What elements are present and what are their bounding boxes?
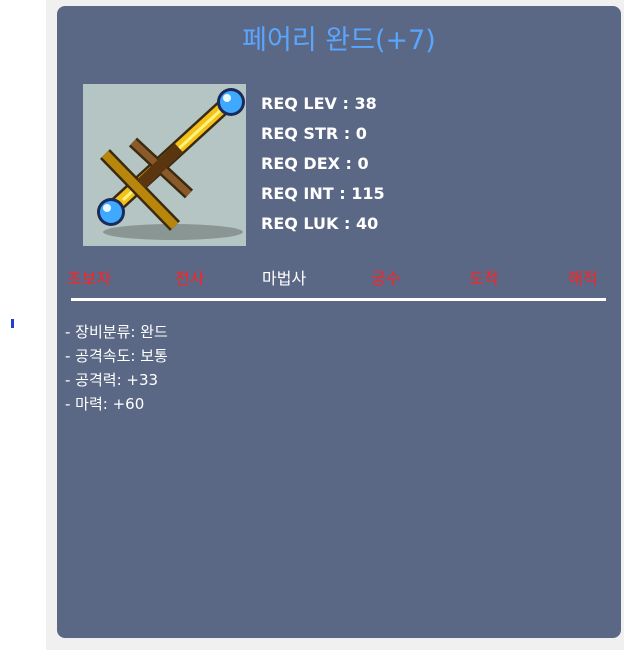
item-name: 페어리 완드(+7) — [242, 25, 436, 56]
req-level: REQ LEV : 38 — [261, 94, 377, 113]
left-marker — [11, 319, 14, 328]
magic-power: - 마력: +60 — [65, 395, 145, 413]
item-tooltip-card: 페어리 완드(+7) REQ LEV : 38 REQ STR: 0 REQ … — [57, 6, 621, 638]
job-thief: 도적 — [469, 269, 499, 288]
job-warrior: 전사 — [175, 269, 205, 288]
attack-speed: - 공격속도: 보통 — [65, 347, 168, 365]
item-description: - 장비분류: 완드 - 공격속도: 보통 - 공격력: +33 - 마력: +… — [65, 320, 168, 416]
req-dex: REQ DEX : 0 — [261, 154, 369, 173]
job-requirements: 초보자 전사 마법사 궁수 도적 해적 — [57, 265, 621, 289]
req-int: REQ INT : 115 — [261, 184, 385, 203]
divider — [71, 298, 606, 301]
equipment-type: - 장비분류: 완드 — [65, 323, 168, 341]
job-bowman: 궁수 — [371, 269, 401, 288]
req-luk: REQ LUK : 40 — [261, 214, 379, 233]
job-magician: 마법사 — [262, 269, 307, 288]
fairy-wand-icon — [83, 84, 246, 246]
requirements-list: REQ LEV : 38 REQ STR : 0 REQ DEX : 0 REQ… — [261, 89, 385, 239]
job-beginner: 초보자 — [67, 269, 112, 288]
job-pirate: 해적 — [568, 269, 598, 288]
req-str: REQ STR : 0 — [261, 124, 367, 143]
attack-power: - 공격력: +33 — [65, 371, 159, 389]
